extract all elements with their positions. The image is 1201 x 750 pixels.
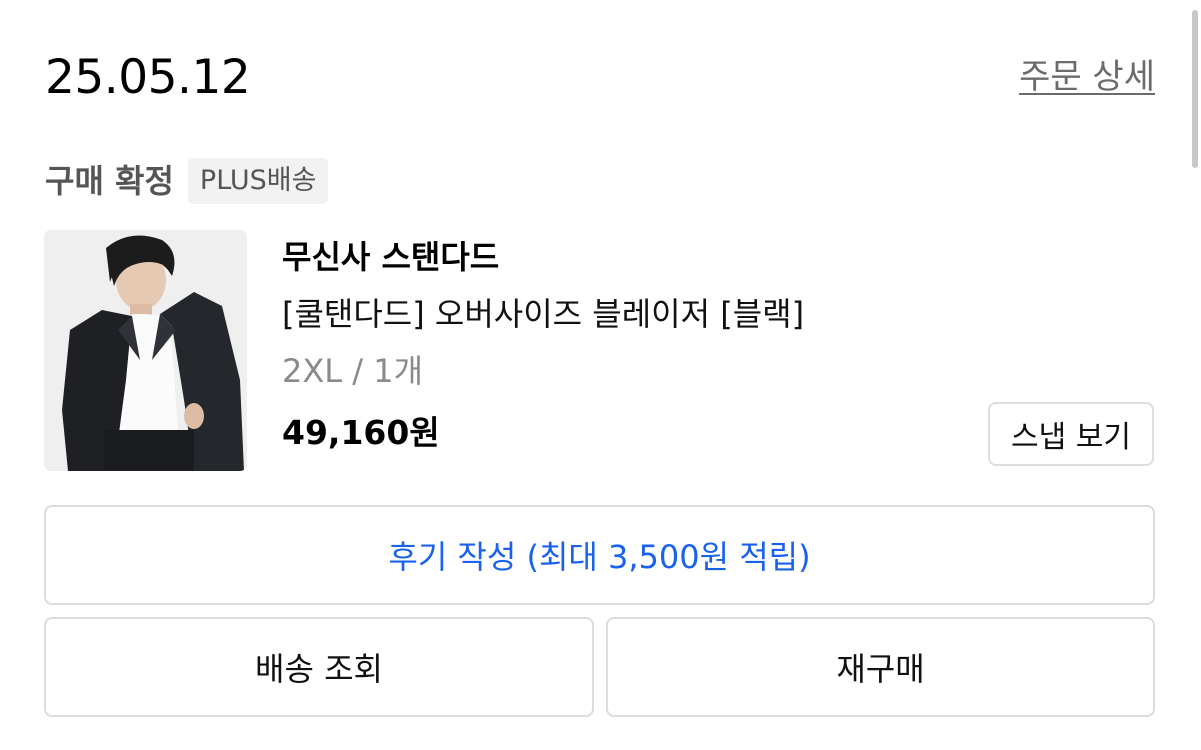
scrollbar-thumb[interactable] — [1192, 10, 1198, 168]
write-review-button[interactable]: 후기 작성 (최대 3,500원 적립) — [44, 505, 1155, 605]
product-price: 49,160원 — [282, 413, 440, 452]
product-photo — [44, 230, 247, 471]
scrollbar[interactable] — [1191, 0, 1201, 750]
snap-view-button[interactable]: 스냅 보기 — [988, 402, 1154, 466]
product-name[interactable]: [쿨탠다드] 오버사이즈 블레이저 [블랙] — [282, 293, 804, 335]
delivery-badge: PLUS배송 — [187, 158, 329, 204]
product-option: 2XL / 1개 — [282, 352, 424, 390]
order-status: 구매 확정 — [45, 162, 174, 200]
product-thumbnail[interactable] — [44, 230, 247, 471]
delivery-tracking-button[interactable]: 배송 조회 — [44, 617, 594, 717]
order-date: 25.05.12 — [45, 50, 251, 105]
product-brand[interactable]: 무신사 스탠다드 — [282, 236, 499, 278]
rebuy-button[interactable]: 재구매 — [606, 617, 1155, 717]
order-status-row: 구매 확정 PLUS배송 — [45, 158, 329, 204]
order-detail-link[interactable]: 주문 상세 — [1019, 55, 1155, 99]
